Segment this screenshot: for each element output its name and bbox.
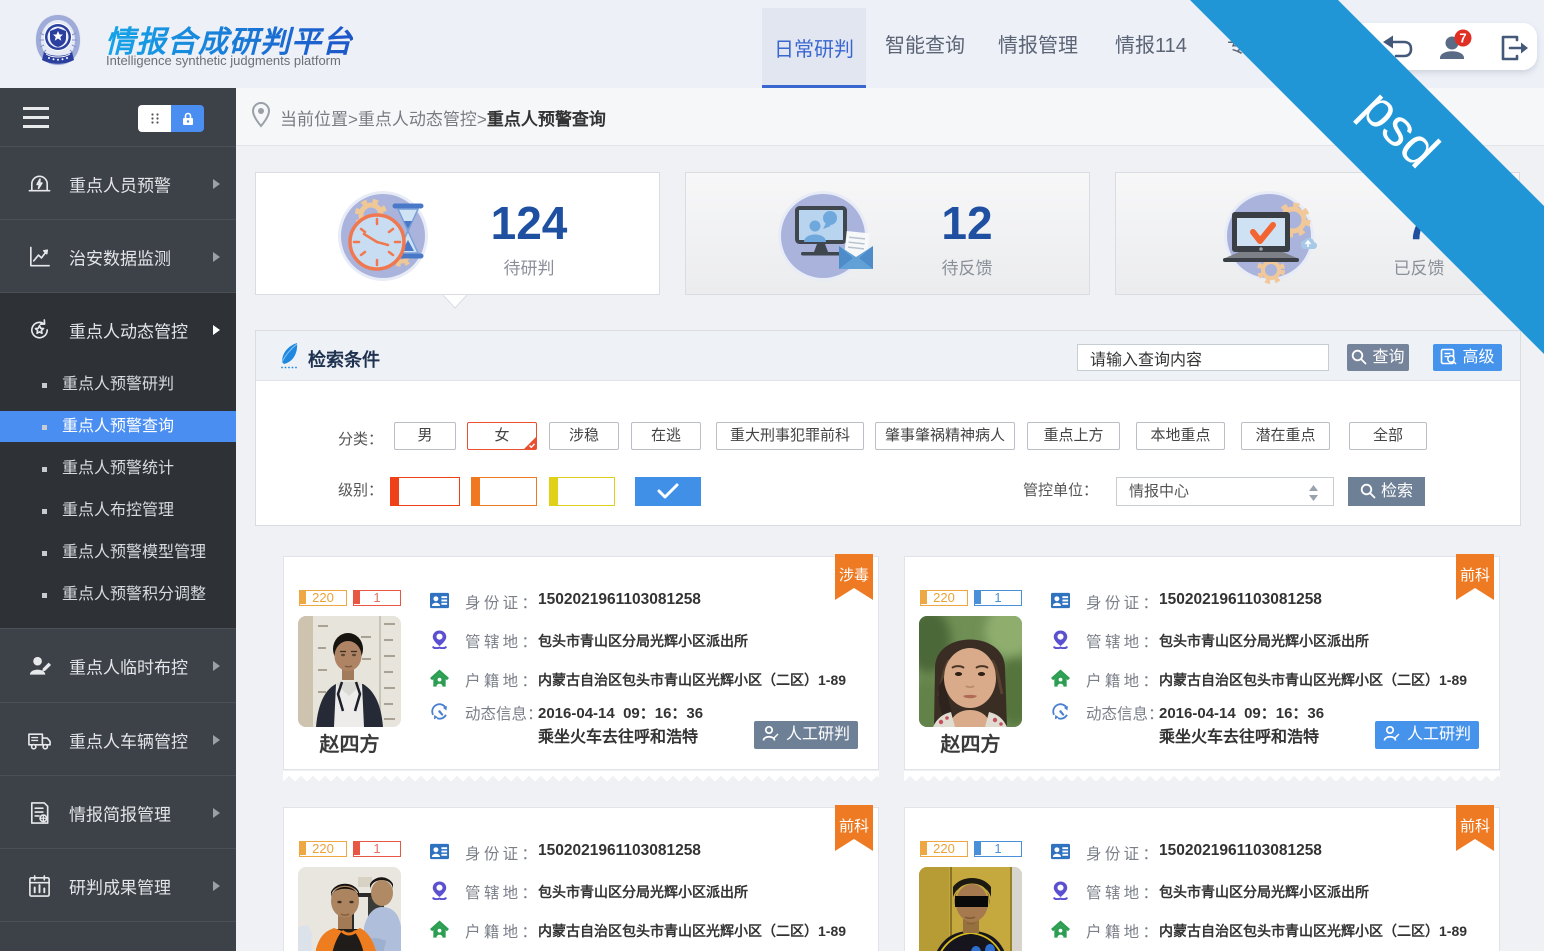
svg-text:7: 7 [1459, 31, 1466, 46]
